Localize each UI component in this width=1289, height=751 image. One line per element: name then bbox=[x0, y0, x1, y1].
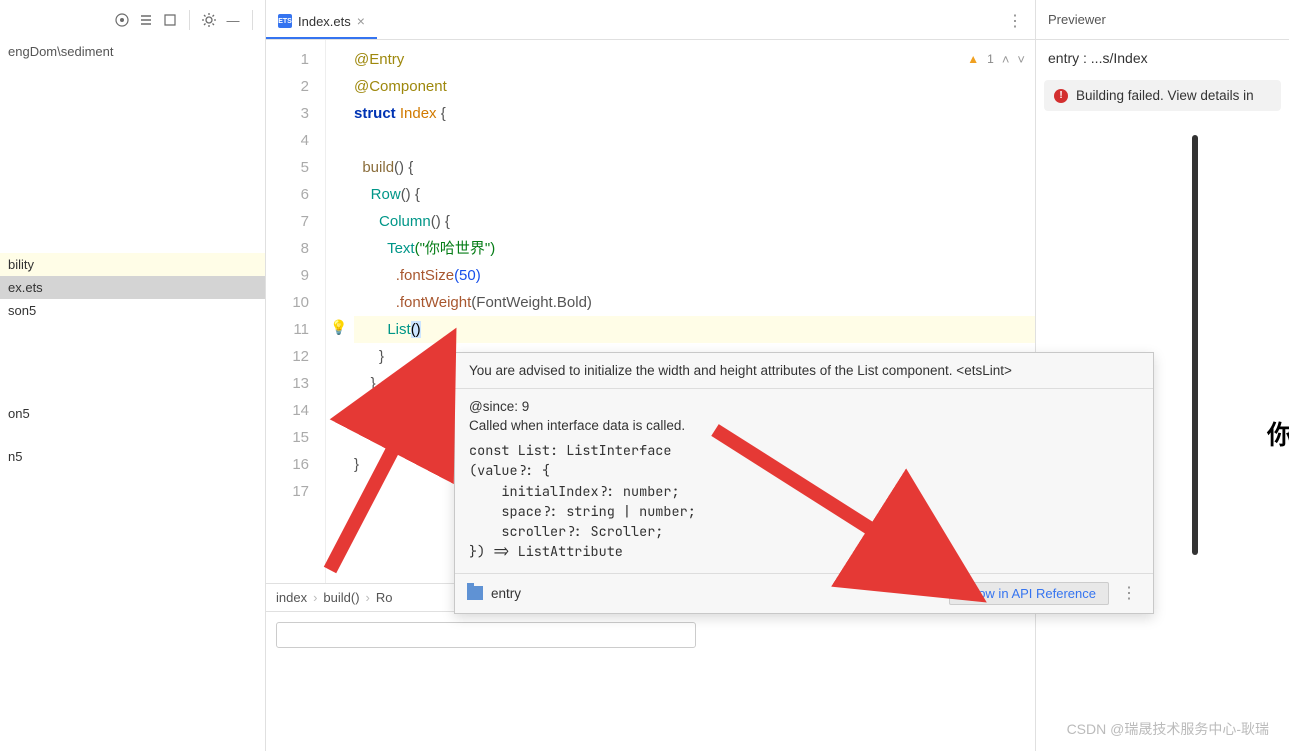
project-path: engDom\sediment bbox=[0, 40, 265, 63]
tree-item[interactable]: bility bbox=[0, 253, 265, 276]
tree-item[interactable]: ex.ets bbox=[0, 276, 265, 299]
doc-module: entry bbox=[491, 586, 521, 601]
minimize-icon[interactable]: — bbox=[224, 11, 242, 29]
chevron-right-icon: › bbox=[366, 590, 370, 605]
tab-label: Index.ets bbox=[298, 14, 351, 29]
gutter-icons: 💡 bbox=[326, 40, 354, 583]
collapse-icon[interactable] bbox=[137, 11, 155, 29]
inspection-widget[interactable]: ▲ 1 ˄ ˅ bbox=[967, 46, 1025, 73]
chevron-right-icon: › bbox=[313, 590, 317, 605]
error-text: Building failed. View details in bbox=[1076, 88, 1254, 103]
doc-signature: const List: ListInterface (value?: { ini… bbox=[469, 441, 1139, 563]
show-api-reference-button[interactable]: Show in API Reference bbox=[949, 582, 1109, 605]
warning-count: 1 bbox=[987, 46, 994, 73]
project-tree: bility ex.ets son5 on5 n5 bbox=[0, 63, 265, 751]
search-input[interactable] bbox=[276, 622, 696, 648]
tree-item[interactable]: n5 bbox=[0, 445, 265, 468]
bottom-panel bbox=[266, 611, 1035, 751]
gear-icon[interactable] bbox=[200, 11, 218, 29]
tabs-more-icon[interactable]: ⋮ bbox=[995, 3, 1035, 39]
project-sidebar: — engDom\sediment bility ex.ets son5 on5… bbox=[0, 0, 266, 751]
chevron-down-icon[interactable]: ˅ bbox=[1017, 46, 1025, 73]
lint-advice: You are advised to initialize the width … bbox=[455, 353, 1153, 389]
tab-index-ets[interactable]: ETS Index.ets × bbox=[266, 5, 377, 39]
warning-icon: ▲ bbox=[967, 46, 979, 73]
error-icon: ! bbox=[1054, 89, 1068, 103]
breadcrumb-item[interactable]: build() bbox=[323, 590, 359, 605]
folder-icon bbox=[467, 586, 483, 600]
sidebar-toolbar: — bbox=[0, 0, 265, 40]
editor-tabs: ETS Index.ets × ⋮ bbox=[266, 0, 1035, 40]
tree-item[interactable]: on5 bbox=[0, 402, 265, 425]
lightbulb-icon[interactable]: 💡 bbox=[330, 319, 347, 336]
chevron-up-icon[interactable]: ˄ bbox=[1002, 46, 1010, 73]
watermark: CSDN @瑞晟技术服务中心-耿瑞 bbox=[1067, 719, 1269, 739]
build-error-banner[interactable]: ! Building failed. View details in bbox=[1044, 80, 1281, 111]
line-gutter: 1234567891011121314151617 bbox=[266, 40, 326, 583]
close-icon[interactable]: × bbox=[357, 13, 365, 29]
expand-icon[interactable] bbox=[161, 11, 179, 29]
previewer-path: entry : ...s/Index bbox=[1036, 40, 1289, 76]
ets-file-icon: ETS bbox=[278, 14, 292, 28]
doc-since: @since: 9 bbox=[469, 399, 1139, 414]
doc-description: Called when interface data is called. bbox=[469, 418, 1139, 433]
target-icon[interactable] bbox=[113, 11, 131, 29]
breadcrumb-item[interactable]: index bbox=[276, 590, 307, 605]
tree-item[interactable]: son5 bbox=[0, 299, 265, 322]
preview-text: 你 bbox=[1267, 415, 1289, 452]
preview-scrollbar[interactable] bbox=[1192, 135, 1198, 555]
documentation-popup: You are advised to initialize the width … bbox=[454, 352, 1154, 614]
breadcrumb-item[interactable]: Ro bbox=[376, 590, 393, 605]
previewer-title: Previewer bbox=[1036, 0, 1289, 40]
more-icon[interactable]: ⋮ bbox=[1117, 583, 1141, 603]
